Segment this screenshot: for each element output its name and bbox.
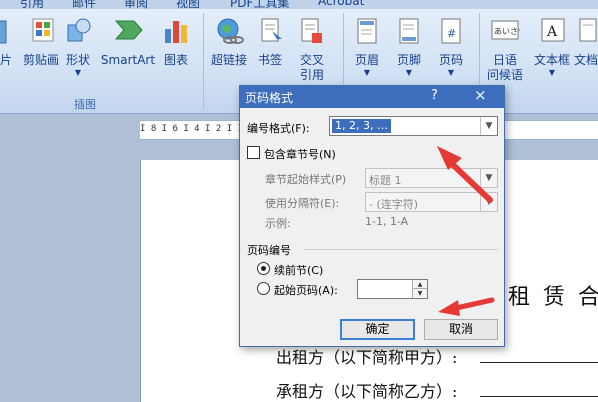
annotation-arrows [437, 146, 495, 316]
arrow-to-cancel-button [438, 297, 495, 316]
arrow-to-format-select [437, 146, 493, 203]
